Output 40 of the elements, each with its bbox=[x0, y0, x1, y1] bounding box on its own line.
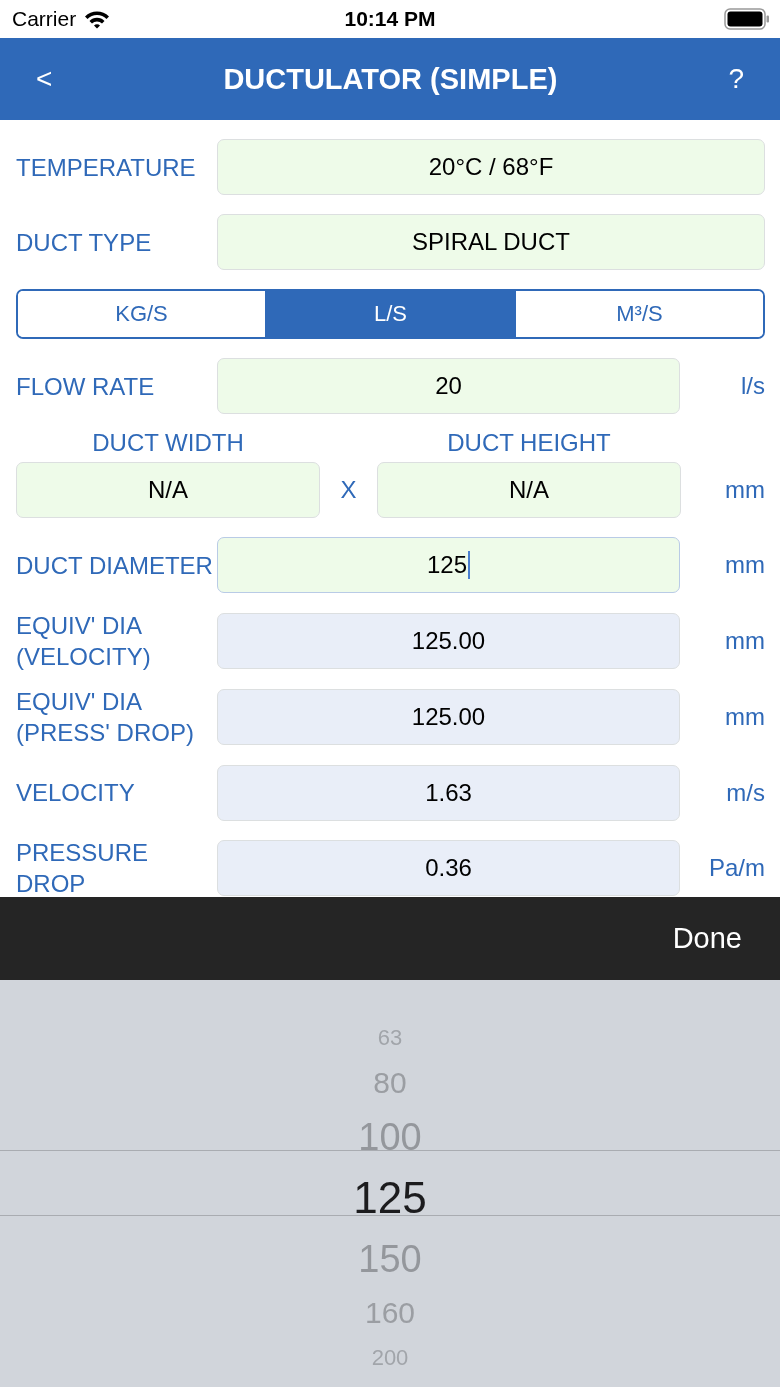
nav-title: DUCTULATOR (SIMPLE) bbox=[223, 62, 558, 96]
input-field[interactable]: N/A bbox=[16, 462, 320, 519]
field-label: EQUIV' DIA (VELOCITY) bbox=[16, 610, 152, 672]
battery-icon bbox=[724, 8, 770, 30]
field-label: DUCT DIAMETER bbox=[16, 550, 214, 581]
field-label: TEMPERATURE bbox=[16, 152, 197, 183]
unit-label: mm bbox=[724, 626, 765, 655]
field-label: DUCT TYPE bbox=[16, 227, 153, 258]
input-field[interactable]: SPIRAL DUCT bbox=[217, 214, 765, 270]
back-button[interactable]: < bbox=[0, 63, 89, 95]
input-field[interactable]: N/A bbox=[377, 462, 681, 519]
carrier-label: Carrier bbox=[12, 7, 77, 31]
field-label: PRESSURE DROP bbox=[16, 838, 150, 897]
unit-label: mm bbox=[724, 476, 765, 505]
done-button[interactable]: Done bbox=[634, 922, 780, 955]
field-label: DUCT WIDTH bbox=[91, 429, 245, 458]
unit-label: mm bbox=[724, 551, 765, 580]
unit-tab[interactable]: L/S bbox=[265, 291, 514, 338]
result-field: 0.36 bbox=[217, 840, 680, 897]
input-field[interactable]: 125 bbox=[217, 537, 680, 594]
unit-label: l/s bbox=[740, 372, 765, 401]
picker-option[interactable]: 125 bbox=[353, 1166, 427, 1230]
help-button[interactable]: ? bbox=[692, 63, 780, 95]
field-label: EQUIV' DIA (PRESS' DROP) bbox=[16, 687, 195, 749]
status-time: 10:14 PM bbox=[344, 7, 436, 31]
text-cursor bbox=[468, 551, 470, 580]
result-field: 1.63 bbox=[217, 764, 680, 821]
field-label: DUCT HEIGHT bbox=[446, 429, 612, 458]
field-label: FLOW RATE bbox=[16, 371, 156, 402]
unit-tab[interactable]: M³/S bbox=[514, 291, 763, 338]
wifi-icon bbox=[84, 9, 111, 29]
result-field: 125.00 bbox=[217, 689, 680, 746]
input-field[interactable]: 20 bbox=[217, 358, 680, 415]
times-label: X bbox=[339, 476, 358, 505]
input-field[interactable]: 20°C / 68°F bbox=[217, 139, 765, 195]
unit-label: Pa/m bbox=[708, 854, 765, 883]
unit-label: mm bbox=[724, 703, 765, 732]
unit-label: m/s bbox=[725, 778, 765, 807]
field-label: VELOCITY bbox=[16, 778, 136, 809]
result-field: 125.00 bbox=[217, 612, 680, 669]
